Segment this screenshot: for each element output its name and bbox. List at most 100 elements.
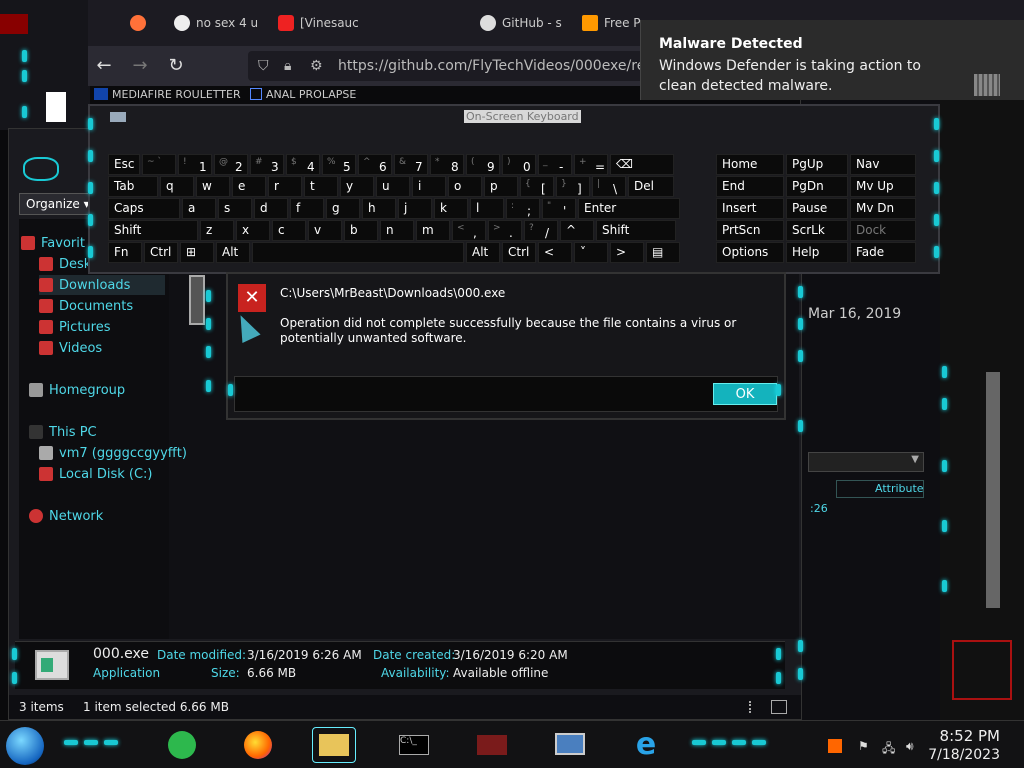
osk-nav-key[interactable]: Mv Dn bbox=[850, 198, 916, 219]
osk-key[interactable]: _ - bbox=[538, 154, 572, 175]
nav-documents[interactable]: Documents bbox=[39, 296, 133, 316]
clock-date[interactable]: 7/18/2023 bbox=[928, 747, 1000, 763]
osk-key[interactable]: x bbox=[236, 220, 270, 241]
osk-key[interactable]: % 5 bbox=[322, 154, 356, 175]
nav-vm7[interactable]: vm7 (ggggccgyyfft) bbox=[39, 443, 187, 463]
osk-key[interactable]: Tab bbox=[108, 176, 158, 197]
osk-key[interactable]: Alt bbox=[466, 242, 500, 263]
osk-key[interactable]: ) 0 bbox=[502, 154, 536, 175]
osk-nav-key[interactable]: PgDn bbox=[786, 176, 848, 197]
tab-vinesauce[interactable]: [Vinesauc bbox=[278, 10, 362, 36]
osk-key[interactable]: h bbox=[362, 198, 396, 219]
malware-notification[interactable]: Malware Detected Windows Defender is tak… bbox=[640, 20, 1024, 100]
osk-key[interactable]: o bbox=[448, 176, 482, 197]
osk-key[interactable]: q bbox=[160, 176, 194, 197]
volume-icon[interactable]: 🔊︎ bbox=[906, 739, 920, 753]
ok-button[interactable]: OK bbox=[713, 383, 777, 405]
osk-key[interactable]: >. bbox=[488, 220, 522, 241]
permissions-icon[interactable]: ⚙ bbox=[310, 51, 323, 81]
osk-key[interactable]: ! 1 bbox=[178, 154, 212, 175]
osk-key[interactable]: k bbox=[434, 198, 468, 219]
osk-key[interactable]: p bbox=[484, 176, 518, 197]
nav-this-pc[interactable]: This PC bbox=[29, 422, 97, 442]
osk-key[interactable]: j bbox=[398, 198, 432, 219]
osk-key[interactable]: & 7 bbox=[394, 154, 428, 175]
shield-icon[interactable]: ⛉ bbox=[258, 51, 269, 81]
osk-key[interactable]: ^ bbox=[560, 220, 594, 241]
osk-key[interactable]: Fn bbox=[108, 242, 142, 263]
media-icon[interactable] bbox=[470, 727, 514, 763]
osk-key[interactable]: > bbox=[610, 242, 644, 263]
lock-icon[interactable]: 🔒︎ bbox=[284, 51, 291, 81]
osk-key[interactable]: z bbox=[200, 220, 234, 241]
details-view-button[interactable] bbox=[749, 701, 753, 713]
osk-key[interactable]: ^ 6 bbox=[358, 154, 392, 175]
osk-key[interactable]: b bbox=[344, 220, 378, 241]
reload-button[interactable]: ↻ bbox=[164, 54, 188, 78]
osk-key[interactable]: #3 bbox=[250, 154, 284, 175]
osk-key[interactable]: ˅ bbox=[574, 242, 608, 263]
nav-desktop[interactable]: Desk bbox=[39, 254, 91, 274]
nav-homegroup[interactable]: Homegroup bbox=[29, 380, 125, 400]
nav-downloads[interactable]: Downloads bbox=[39, 275, 165, 295]
osk-key[interactable] bbox=[252, 242, 464, 263]
osk-nav-key[interactable]: Insert bbox=[716, 198, 784, 219]
osk-key[interactable]: :; bbox=[506, 198, 540, 219]
scrollbar-thumb[interactable] bbox=[986, 372, 1000, 608]
osk-nav-key[interactable]: ScrLk bbox=[786, 220, 848, 241]
osk-key[interactable]: ~ ` bbox=[142, 154, 176, 175]
tab-no-sex-4-u[interactable]: no sex 4 u bbox=[174, 10, 264, 36]
osk-key[interactable]: Shift bbox=[108, 220, 198, 241]
osk-key[interactable]: d bbox=[254, 198, 288, 219]
osk-key[interactable]: Ctrl bbox=[502, 242, 536, 263]
osk-key[interactable]: ⌫ bbox=[610, 154, 674, 175]
osk-nav-key[interactable]: Options bbox=[716, 242, 784, 263]
osk-key[interactable]: @2 bbox=[214, 154, 248, 175]
large-icons-view-button[interactable] bbox=[771, 700, 787, 714]
remote-desktop-icon[interactable] bbox=[548, 727, 592, 763]
osk-key[interactable]: Alt bbox=[216, 242, 250, 263]
osk-key[interactable]: y bbox=[340, 176, 374, 197]
osk-nav-key[interactable]: Fade bbox=[850, 242, 916, 263]
osk-nav-key[interactable]: Dock bbox=[850, 220, 916, 241]
osk-key[interactable]: n bbox=[380, 220, 414, 241]
osk-key[interactable]: g bbox=[326, 198, 360, 219]
organize-menu[interactable]: Organize ▾ bbox=[19, 193, 95, 215]
osk-key[interactable]: < bbox=[538, 242, 572, 263]
osk-key[interactable]: ⊞ bbox=[180, 242, 214, 263]
cmd-icon[interactable]: C:\_ bbox=[392, 727, 436, 763]
bookmark-mediafire[interactable]: MEDIAFIRE ROULETTER bbox=[112, 88, 241, 101]
nav-ring-icon[interactable] bbox=[23, 157, 59, 181]
osk-key[interactable]: i bbox=[412, 176, 446, 197]
osk-nav-key[interactable]: Home bbox=[716, 154, 784, 175]
network-tray-icon[interactable]: 🖧︎ bbox=[882, 739, 896, 755]
osk-key[interactable]: f bbox=[290, 198, 324, 219]
osk-key[interactable]: v bbox=[308, 220, 342, 241]
osk-key[interactable]: " ' bbox=[542, 198, 576, 219]
back-button[interactable]: ← bbox=[92, 54, 116, 78]
osk-nav-key[interactable]: Nav bbox=[850, 154, 916, 175]
osk-key[interactable]: a bbox=[182, 198, 216, 219]
start-button[interactable] bbox=[6, 727, 44, 765]
file-explorer-icon[interactable] bbox=[312, 727, 356, 763]
osk-key[interactable]: r bbox=[268, 176, 302, 197]
file-item-thumb[interactable] bbox=[189, 275, 205, 325]
osk-key[interactable]: Shift bbox=[596, 220, 676, 241]
tab-firefox[interactable] bbox=[130, 10, 156, 36]
osk-key[interactable]: * 8 bbox=[430, 154, 464, 175]
osk-key[interactable]: }] bbox=[556, 176, 590, 197]
osk-nav-key[interactable]: End bbox=[716, 176, 784, 197]
nav-pictures[interactable]: Pictures bbox=[39, 317, 110, 337]
nav-videos[interactable]: Videos bbox=[39, 338, 102, 358]
osk-key[interactable]: ▤ bbox=[646, 242, 680, 263]
nav-network[interactable]: Network bbox=[29, 506, 103, 526]
nav-local-disk[interactable]: Local Disk (C:) bbox=[39, 464, 152, 484]
osk-key[interactable]: Caps bbox=[108, 198, 180, 219]
ie-icon[interactable]: e bbox=[624, 727, 668, 763]
osk-nav-key[interactable]: PrtScn bbox=[716, 220, 784, 241]
osk-nav-key[interactable]: Pause bbox=[786, 198, 848, 219]
notes-app-icon[interactable] bbox=[160, 727, 204, 763]
osk-key[interactable]: $4 bbox=[286, 154, 320, 175]
osk-key[interactable]: | \ bbox=[592, 176, 626, 197]
osk-key[interactable]: u bbox=[376, 176, 410, 197]
